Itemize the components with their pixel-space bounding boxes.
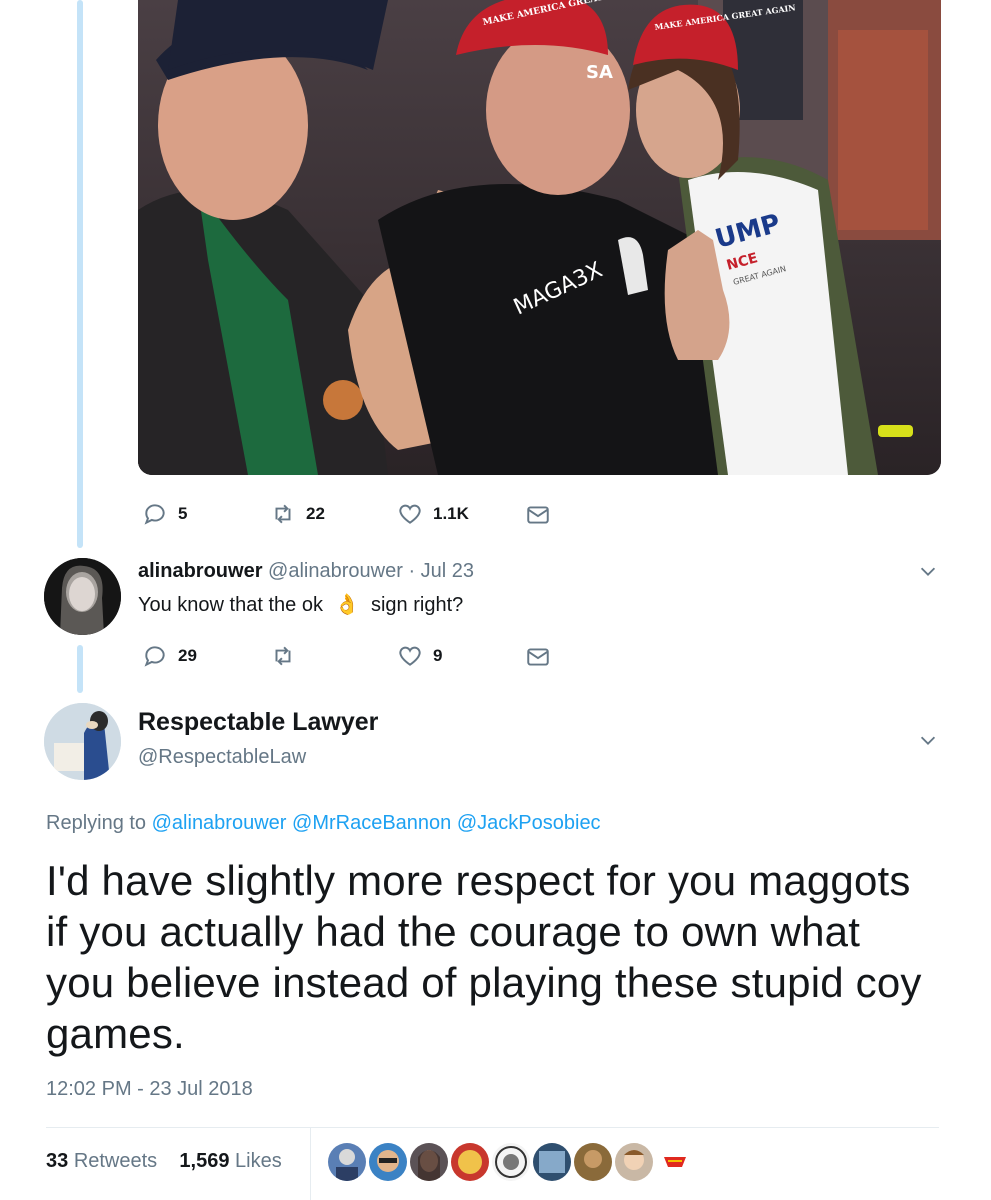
envelope-icon <box>527 506 549 524</box>
reply1-like-count: 9 <box>433 646 443 665</box>
author-handle[interactable]: @RespectableLaw <box>138 746 306 769</box>
envelope-icon <box>527 648 549 666</box>
heart-icon <box>399 504 421 524</box>
liker-avatars <box>328 1143 694 1181</box>
liker-avatar[interactable] <box>615 1143 653 1181</box>
photo-sign4-text: SA <box>586 62 613 83</box>
tweet-stats: 33 Retweets 1,569 Likes <box>46 1150 282 1173</box>
main-chevron-down-icon[interactable] <box>917 729 939 756</box>
liker-avatar[interactable] <box>574 1143 612 1181</box>
replying-prefix: Replying to <box>46 812 147 834</box>
reply-count: 5 <box>178 504 188 523</box>
liker-avatar[interactable] <box>369 1143 407 1181</box>
reply1-handle[interactable]: @alinabrouwer <box>268 560 403 582</box>
like-count: 1.1K <box>433 504 469 523</box>
avatar-respectablelaw[interactable] <box>44 703 121 780</box>
reply-icon <box>144 646 165 667</box>
dm-action[interactable] <box>525 502 551 528</box>
reply1-text-before: You know that the ok <box>138 594 323 616</box>
tweet-timestamp[interactable]: 12:02 PM - 23 Jul 2018 <box>46 1078 253 1101</box>
reply1-text: You know that the ok 👌 sign right? <box>138 592 463 617</box>
tweet-text: I'd have slightly more respect for you m… <box>46 857 922 1057</box>
retweet-action[interactable]: 22 <box>270 501 325 527</box>
tweet-photo[interactable]: MAKE AMERICA GREAT AGAIN MAGA3X MAKE AME… <box>138 0 941 475</box>
retweet-icon <box>275 504 291 524</box>
heart-icon <box>399 646 421 666</box>
liker-avatar[interactable] <box>533 1143 571 1181</box>
reply1-header: alinabrouwer @alinabrouwer · Jul 23 <box>138 560 474 583</box>
avatar-alinabrouwer[interactable] <box>44 558 121 635</box>
reply1-like-action[interactable]: 9 <box>397 643 442 669</box>
liker-avatar[interactable] <box>492 1143 530 1181</box>
mention-mrracebannon[interactable]: @MrRaceBannon <box>292 812 451 834</box>
liker-avatar[interactable] <box>410 1143 448 1181</box>
thread-line-top <box>77 0 83 548</box>
reply1-chevron-down-icon[interactable] <box>917 560 939 587</box>
reply1-date[interactable]: · Jul 23 <box>408 560 474 582</box>
retweet-icon <box>275 646 291 666</box>
likes-stat[interactable]: 1,569 Likes <box>179 1150 281 1172</box>
author-name[interactable]: Respectable Lawyer <box>138 708 378 737</box>
reply1-name[interactable]: alinabrouwer <box>138 560 262 582</box>
reply1-reply-count: 29 <box>178 646 197 665</box>
reply-action[interactable]: 5 <box>142 501 187 527</box>
reply-icon <box>144 504 165 525</box>
retweets-stat[interactable]: 33 Retweets <box>46 1150 157 1172</box>
reply1-retweet-action[interactable] <box>270 643 306 669</box>
reply1-reply-action[interactable]: 29 <box>142 643 197 669</box>
divider-top <box>46 1127 939 1128</box>
liker-avatar[interactable] <box>328 1143 366 1181</box>
stats-separator <box>310 1128 311 1200</box>
retweet-count: 22 <box>306 504 325 523</box>
liker-avatar[interactable] <box>656 1143 694 1181</box>
mention-alinabrouwer[interactable]: @alinabrouwer <box>152 812 287 834</box>
thread-line-mid <box>77 645 83 693</box>
replying-to: Replying to @alinabrouwer @MrRaceBannon … <box>46 812 601 835</box>
ok-hand-emoji: 👌 <box>334 594 360 616</box>
mention-jackposobiec[interactable]: @JackPosobiec <box>457 812 601 834</box>
like-action[interactable]: 1.1K <box>397 501 469 527</box>
reply1-text-after: sign right? <box>370 594 464 616</box>
liker-avatar[interactable] <box>451 1143 489 1181</box>
reply1-dm-action[interactable] <box>525 644 551 670</box>
